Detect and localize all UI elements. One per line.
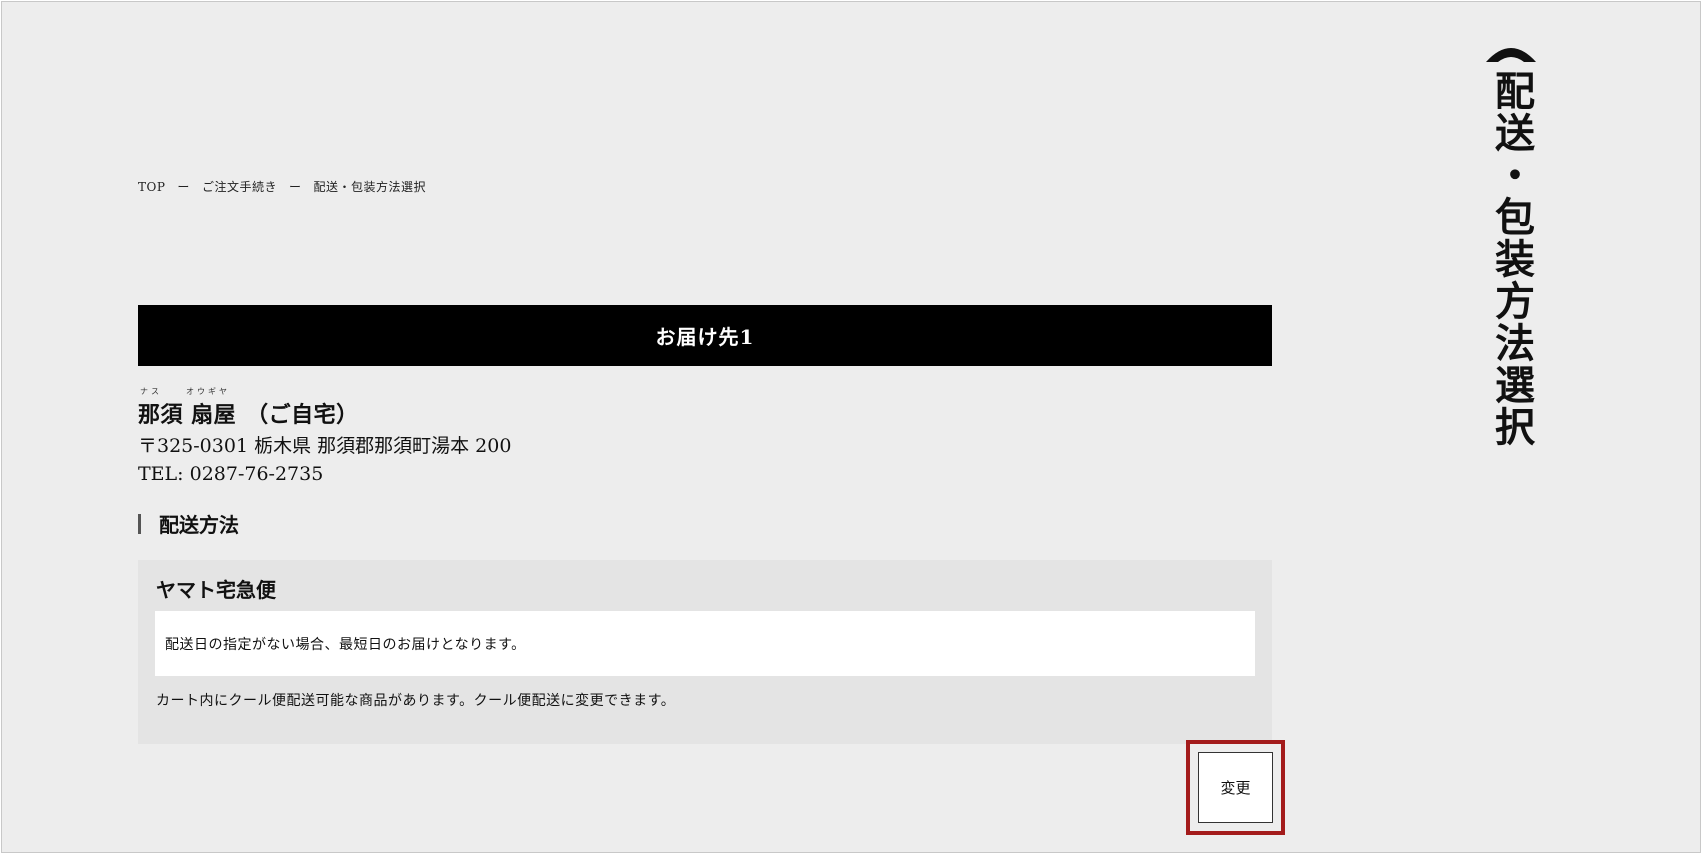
change-shipping-button[interactable]: 変更 bbox=[1198, 752, 1273, 823]
recipient-address-block: 〒325-0301 栃木県 那須郡那須町湯本 200 TEL: 0287-76-… bbox=[138, 432, 511, 488]
change-button-label: 変更 bbox=[1220, 779, 1251, 797]
side-page-title-text: 配送・包装方法選択 bbox=[1488, 70, 1535, 448]
breadcrumb-order-procedure-link[interactable]: ご注文手続き bbox=[202, 178, 277, 195]
breadcrumb: TOP ー ご注文手続き ー 配送・包装方法選択 bbox=[138, 178, 426, 195]
shipping-method-section-title: 配送方法 bbox=[138, 509, 239, 538]
change-button-highlight: 変更 bbox=[1186, 740, 1285, 835]
recipient-name: 那須 扇屋 （ご自宅） bbox=[138, 397, 359, 429]
shipping-method-note: 配送日の指定がない場合、最短日のお届けとなります。 bbox=[155, 611, 1255, 676]
recipient-name-block: ナス オウギヤ 那須 扇屋 （ご自宅） bbox=[138, 386, 359, 429]
breadcrumb-top-link[interactable]: TOP bbox=[138, 180, 165, 194]
breadcrumb-current-page: 配送・包装方法選択 bbox=[313, 180, 426, 194]
side-page-title: 配送・包装方法選択 bbox=[1482, 40, 1540, 448]
recipient-tel: TEL: 0287-76-2735 bbox=[138, 463, 324, 485]
cool-delivery-note: カート内にクール便配送可能な商品があります。クール便配送に変更できます。 bbox=[156, 693, 676, 709]
fan-icon bbox=[1486, 48, 1536, 62]
ruby-given-name: オウギヤ bbox=[186, 387, 230, 396]
shipping-method-name: ヤマト宅急便 bbox=[156, 578, 276, 602]
ruby-family-name: ナス bbox=[140, 387, 162, 396]
breadcrumb-separator: ー bbox=[177, 180, 190, 194]
recipient-address-label: （ご自宅） bbox=[246, 402, 359, 428]
shipping-method-title-text: 配送方法 bbox=[159, 513, 239, 537]
destination-header: お届け先1 bbox=[138, 305, 1272, 366]
recipient-name-text: 那須 扇屋 bbox=[138, 402, 237, 428]
recipient-address: 〒325-0301 栃木県 那須郡那須町湯本 200 bbox=[138, 435, 512, 457]
shipping-method-note-text: 配送日の指定がない場合、最短日のお届けとなります。 bbox=[165, 636, 526, 653]
destination-header-label: お届け先1 bbox=[655, 325, 755, 349]
section-title-bar bbox=[138, 513, 141, 534]
breadcrumb-separator: ー bbox=[288, 180, 302, 194]
page-frame: TOP ー ご注文手続き ー 配送・包装方法選択 お届け先1 ナス オウギヤ 那… bbox=[1, 1, 1701, 853]
shipping-method-box: ヤマト宅急便 配送日の指定がない場合、最短日のお届けとなります。 カート内にクー… bbox=[138, 560, 1272, 744]
recipient-name-ruby: ナス オウギヤ bbox=[138, 386, 359, 397]
